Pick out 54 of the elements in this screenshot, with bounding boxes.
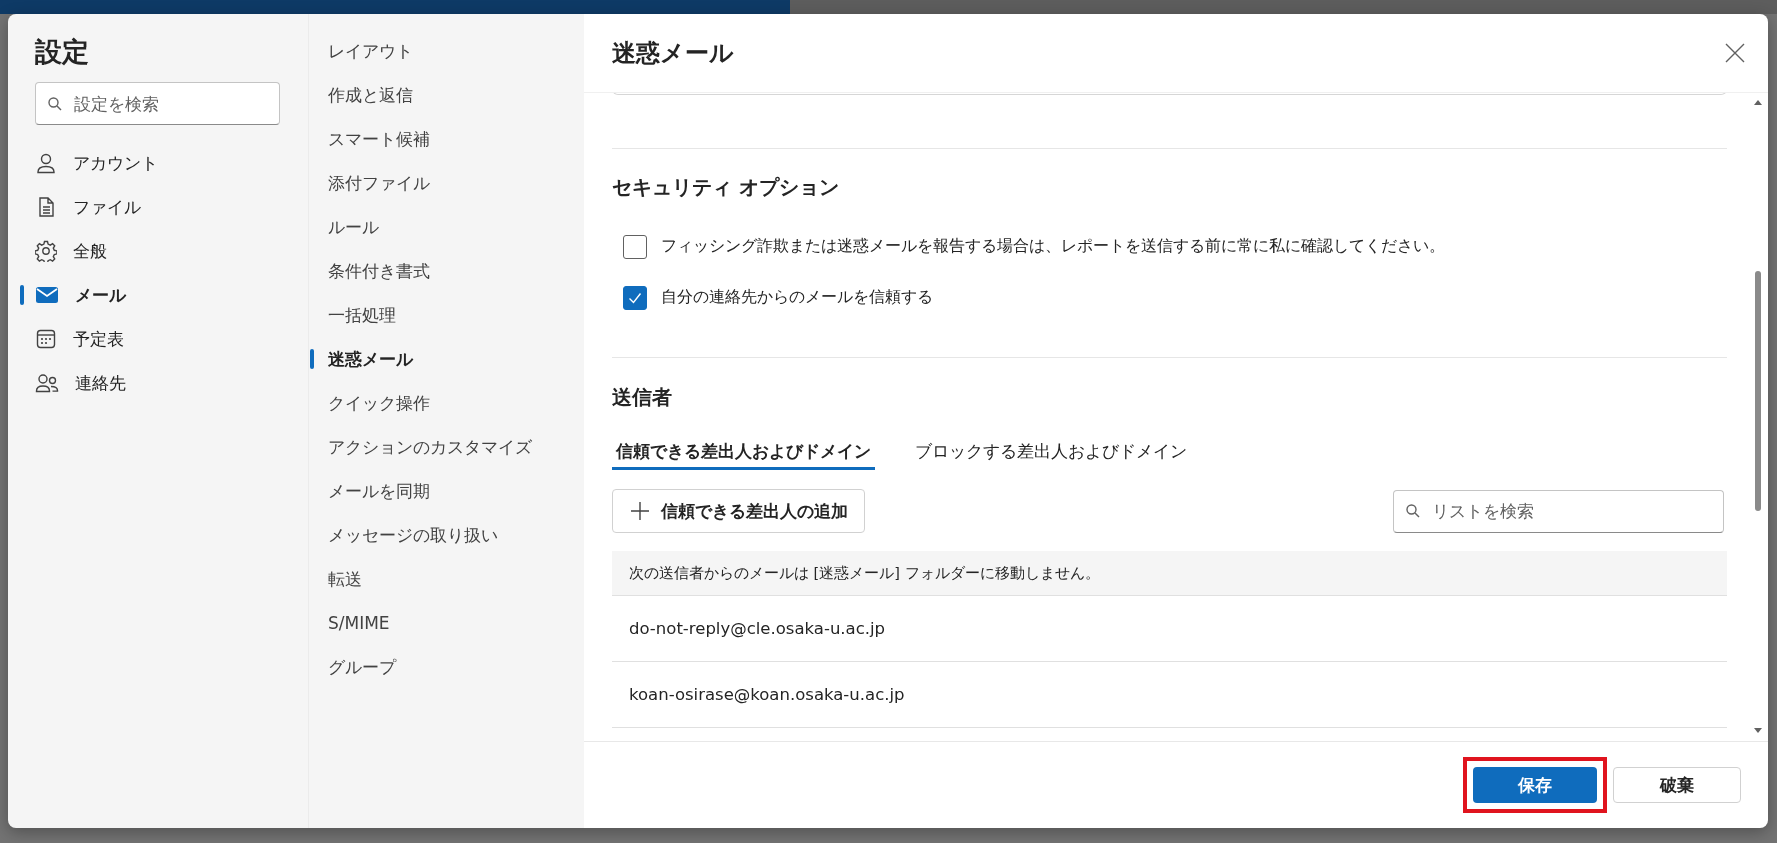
subnav-item[interactable]: クイック操作 — [328, 393, 430, 413]
subnav-item[interactable]: メッセージの取り扱い — [328, 525, 498, 545]
scroll-down-icon — [1754, 728, 1762, 733]
nav-item[interactable]: ファイル — [8, 185, 308, 229]
sender-row[interactable]: koan-osirase@koan.osaka-u.ac.jp — [612, 662, 1727, 728]
section-heading: セキュリティ オプション — [612, 174, 840, 201]
subnav-item[interactable]: 添付ファイル — [328, 173, 430, 193]
add-sender-button[interactable]: 信頼できる差出人の追加 — [612, 489, 865, 533]
tab[interactable]: ブロックする差出人およびドメイン — [911, 435, 1191, 470]
nav-item[interactable]: 全般 — [8, 229, 308, 273]
selection-indicator — [310, 349, 314, 369]
checkmark-icon — [628, 291, 642, 304]
subnav-item[interactable]: ルール — [328, 217, 379, 237]
checkbox-label: フィッシング詐欺または迷惑メールを報告する場合は、レポートを送信する前に常に私に確認してください。 — [661, 236, 1445, 257]
subnav-item[interactable]: 迷惑メール — [328, 349, 413, 369]
nav-item[interactable]: アカウント — [8, 141, 308, 185]
subnav-item[interactable]: スマート候補 — [328, 129, 430, 149]
list-search-field[interactable]: リストを検索 — [1393, 489, 1724, 533]
sender-row[interactable]: do-not-reply@cle.osaka-u.ac.jp — [612, 596, 1727, 662]
nav-item[interactable]: メール — [8, 273, 308, 317]
search-field[interactable]: 設定を検索 — [35, 82, 280, 125]
subnav-item[interactable]: 条件付き書式 — [328, 261, 430, 281]
subnav-item[interactable]: S/MIME — [328, 613, 390, 633]
list-header: 次の送信者からのメールは [迷惑メール] フォルダーに移動しません。 — [612, 551, 1727, 596]
people-icon — [35, 372, 59, 394]
search-icon — [1406, 504, 1420, 518]
envelope-icon — [35, 284, 59, 306]
subnav-item[interactable]: レイアウト — [328, 41, 413, 61]
panel-title: 迷惑メール — [612, 38, 734, 69]
discard-button[interactable]: 破棄 — [1613, 767, 1741, 803]
checkbox-label: 自分の連絡先からのメールを信頼する — [661, 287, 933, 308]
plus-icon — [631, 502, 649, 520]
section-heading: 送信者 — [612, 384, 673, 411]
nav-item[interactable]: 予定表 — [8, 317, 308, 361]
tab[interactable]: 信頼できる差出人およびドメイン — [612, 435, 875, 470]
subnav-item[interactable]: 作成と返信 — [328, 85, 413, 105]
save-button[interactable]: 保存 — [1473, 767, 1597, 803]
close-icon — [1724, 42, 1746, 64]
selection-indicator — [20, 285, 24, 305]
person-icon — [35, 152, 57, 174]
checkbox[interactable] — [623, 285, 647, 310]
subnav-item[interactable]: アクションのカスタマイズ — [328, 437, 532, 457]
checkbox[interactable] — [623, 234, 647, 259]
subnav-item[interactable]: メールを同期 — [328, 481, 430, 501]
gear-icon — [35, 240, 57, 262]
settings-title: 設定 — [35, 35, 89, 69]
calendar-icon — [35, 328, 57, 350]
search-icon — [48, 96, 62, 111]
scroll-up-icon — [1754, 100, 1762, 105]
subnav-item[interactable]: 一括処理 — [328, 305, 396, 325]
nav-item[interactable]: 連絡先 — [8, 361, 308, 405]
subnav-item[interactable]: 転送 — [328, 569, 362, 589]
subnav-item[interactable]: グループ — [328, 657, 396, 677]
search-input[interactable]: 設定を検索 — [72, 92, 267, 115]
